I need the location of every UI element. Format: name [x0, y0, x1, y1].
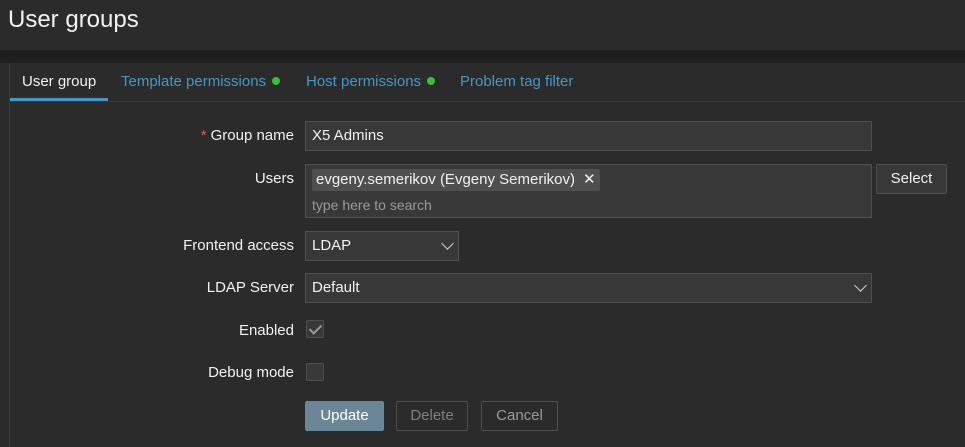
enabled-checkbox[interactable] [306, 320, 324, 338]
frontend-access-value: LDAP [312, 237, 352, 254]
group-name-label-text: Group name [210, 127, 294, 144]
page-header: User groups [0, 0, 965, 50]
required-mark: * [200, 127, 207, 144]
user-chip-label: evgeny.semerikov (Evgeny Semerikov) [316, 171, 575, 188]
tab-problem-tag-filter[interactable]: Problem tag filter [460, 63, 573, 101]
tab-label: Problem tag filter [460, 73, 574, 90]
header-divider [0, 50, 965, 63]
delete-button[interactable]: Delete [396, 401, 468, 431]
ldap-server-value: Default [312, 279, 360, 296]
group-name-input[interactable]: X5 Admins [305, 121, 872, 151]
status-dot-icon [427, 77, 436, 85]
chevron-down-icon [441, 237, 454, 250]
tab-template-permissions[interactable]: Template permissions [121, 63, 281, 101]
ldap-server-select[interactable]: Default [305, 273, 872, 303]
tab-label: Host permissions [306, 73, 422, 90]
checkmark-icon [308, 321, 323, 335]
group-name-value: X5 Admins [312, 127, 384, 144]
tab-user-group[interactable]: User group [10, 63, 109, 101]
users-search-input[interactable]: type here to search [312, 197, 865, 213]
users-multiselect[interactable]: evgeny.semerikov (Evgeny Semerikov) ✕ typ… [305, 164, 872, 218]
user-chip: evgeny.semerikov (Evgeny Semerikov) ✕ [312, 169, 600, 191]
debug-mode-checkbox[interactable] [306, 363, 324, 381]
cancel-button[interactable]: Cancel [481, 401, 558, 431]
form-panel: User group Template permissions Host per… [9, 63, 965, 447]
page-title: User groups [8, 6, 139, 33]
update-button[interactable]: Update [305, 401, 384, 431]
status-dot-icon [272, 77, 281, 85]
tab-label: Template permissions [121, 73, 267, 90]
frontend-access-select[interactable]: LDAP [305, 231, 459, 261]
enabled-label: Enabled [238, 322, 294, 339]
ldap-server-label: LDAP Server [206, 279, 294, 296]
debug-mode-label: Debug mode [208, 364, 294, 381]
select-users-button[interactable]: Select [876, 164, 947, 194]
chevron-down-icon [854, 279, 867, 292]
frontend-access-label: Frontend access [183, 237, 294, 254]
tab-label: User group [22, 73, 97, 90]
users-label: Users [254, 170, 294, 187]
tab-host-permissions[interactable]: Host permissions [306, 63, 436, 101]
tab-bar: User group Template permissions Host per… [10, 63, 965, 102]
close-icon[interactable]: ✕ [583, 171, 596, 189]
group-name-label: * Group name [4, 127, 294, 144]
